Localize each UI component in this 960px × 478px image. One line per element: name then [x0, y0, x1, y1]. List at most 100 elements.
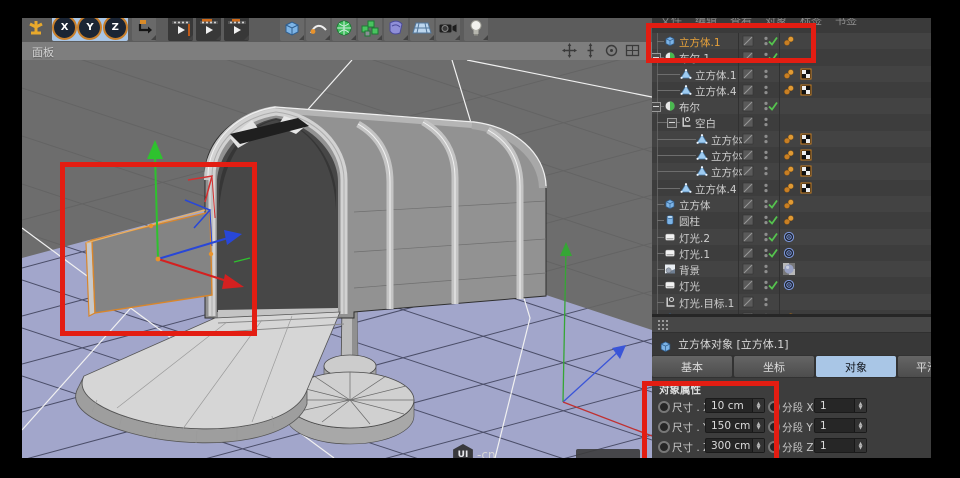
attribute-tab-inactive[interactable]: 平滑着色 [898, 356, 931, 377]
phong-tag-icon[interactable] [783, 182, 795, 194]
mailbox-body[interactable] [204, 106, 547, 319]
expander-icon[interactable] [667, 118, 677, 129]
enabled-check-icon[interactable] [767, 247, 779, 259]
size-z-stepper[interactable]: ▲ ▼ [752, 439, 764, 452]
object-row[interactable]: 立方体.2 [652, 147, 931, 164]
layer-toggle[interactable] [742, 279, 754, 291]
layer-toggle[interactable] [742, 231, 754, 243]
object-manager-menu-item[interactable]: 书签 [835, 18, 857, 28]
object-row[interactable]: 灯光.1 [652, 244, 931, 262]
keyframe-radio[interactable] [768, 401, 780, 413]
render-view-button[interactable] [168, 18, 193, 41]
segments-y-input[interactable]: 1 ▲ ▼ [814, 418, 867, 433]
layer-toggle[interactable] [742, 116, 754, 128]
enabled-check-icon[interactable] [767, 279, 779, 291]
layer-toggle[interactable] [742, 198, 754, 210]
texture-tag-icon[interactable] [800, 68, 812, 80]
object-row[interactable]: 立方体.1 [652, 163, 931, 180]
object-manager-menu-item[interactable]: 标签 [800, 18, 822, 28]
keyframe-radio[interactable] [768, 421, 780, 433]
phong-tag-icon[interactable] [783, 68, 795, 80]
visibility-dots[interactable] [760, 116, 772, 128]
phong-tag-icon[interactable] [783, 214, 795, 226]
rotate-icon[interactable] [604, 43, 619, 58]
segments-z-stepper[interactable]: ▲ ▼ [854, 439, 866, 452]
viewport-canvas[interactable] [21, 0, 653, 478]
phong-tag-icon[interactable] [783, 198, 795, 210]
layer-toggle[interactable] [742, 100, 754, 112]
layer-toggle[interactable] [742, 165, 754, 177]
object-row[interactable]: 立方体 [652, 195, 931, 213]
object-row[interactable]: 灯光.2 [652, 228, 931, 245]
pan-icon[interactable] [562, 43, 577, 58]
spline-pen-button[interactable] [306, 18, 330, 41]
attribute-tab-active[interactable]: 对象 [816, 356, 896, 377]
object-row[interactable]: 立方体.1 [652, 33, 931, 50]
visibility-dots[interactable] [760, 263, 772, 275]
object-row[interactable]: 立方体.4 [652, 81, 931, 99]
expander-icon[interactable] [652, 53, 661, 64]
size-z-input[interactable]: 300 cm ▲ ▼ [705, 438, 765, 453]
target-tag-icon[interactable] [783, 231, 795, 243]
phong-tag-icon[interactable] [783, 149, 795, 161]
layer-toggle[interactable] [742, 35, 754, 47]
object-row[interactable]: 灯光 [652, 277, 931, 294]
layer-toggle[interactable] [742, 84, 754, 96]
visibility-dots[interactable] [760, 133, 772, 145]
keyframe-radio[interactable] [658, 401, 670, 413]
primitive-cube-button[interactable] [280, 18, 304, 41]
toggle-view-icon[interactable] [625, 43, 640, 58]
visibility-dots[interactable] [760, 84, 772, 96]
attribute-tab-inactive[interactable]: 坐标 [734, 356, 814, 377]
object-row[interactable]: 立方体.1 [652, 65, 931, 82]
axis-lock-x-button[interactable]: X [52, 18, 78, 40]
layer-toggle[interactable] [742, 247, 754, 259]
coordinate-system-button[interactable] [132, 18, 156, 41]
floor-environment-button[interactable] [410, 18, 434, 41]
light-button[interactable] [464, 18, 488, 41]
phong-tag-icon[interactable] [783, 84, 795, 96]
size-y-input[interactable]: 150 cm ▲ ▼ [705, 418, 765, 433]
keyframe-radio[interactable] [768, 441, 780, 453]
object-row[interactable]: 布尔.1 [652, 49, 931, 66]
enabled-check-icon[interactable] [767, 231, 779, 243]
axis-lock-z-button[interactable]: Z [102, 18, 128, 40]
layer-toggle[interactable] [742, 182, 754, 194]
object-row[interactable]: 空白 [652, 114, 931, 131]
size-y-stepper[interactable]: ▲ ▼ [752, 419, 764, 432]
segments-y-stepper[interactable]: ▲ ▼ [854, 419, 866, 432]
scale-tool-button[interactable] [24, 18, 48, 41]
visibility-dots[interactable] [760, 182, 772, 194]
enabled-check-icon[interactable] [767, 214, 779, 226]
axis-lock-y-button[interactable]: Y [77, 18, 103, 40]
object-row[interactable]: 立方体.3 [652, 130, 931, 148]
camera-button[interactable] [436, 18, 460, 41]
visibility-dots[interactable] [760, 149, 772, 161]
array-object-button[interactable] [358, 18, 382, 41]
keyframe-radio[interactable] [658, 421, 670, 433]
texture-tag-icon[interactable] [800, 84, 812, 96]
texture-tag-icon[interactable] [800, 182, 812, 194]
material-tag-icon[interactable] [783, 263, 795, 276]
enabled-check-icon[interactable] [767, 100, 779, 112]
phong-tag-icon[interactable] [783, 35, 795, 47]
layer-toggle[interactable] [742, 263, 754, 275]
texture-tag-icon[interactable] [800, 133, 812, 145]
object-row[interactable]: 背景 [652, 261, 931, 278]
render-picture-viewer-button[interactable] [196, 18, 221, 41]
visibility-dots[interactable] [760, 296, 772, 308]
segments-x-stepper[interactable]: ▲ ▼ [854, 399, 866, 412]
object-manager-menu-item[interactable]: 文件 [660, 18, 682, 28]
object-row[interactable]: 圆柱 [652, 212, 931, 229]
expander-icon[interactable] [652, 102, 661, 113]
visibility-dots[interactable] [760, 165, 772, 177]
attribute-tab-inactive[interactable]: 基本 [652, 356, 732, 377]
enabled-check-icon[interactable] [767, 51, 779, 63]
layer-toggle[interactable] [742, 51, 754, 63]
zoom-icon[interactable] [583, 43, 598, 58]
layer-toggle[interactable] [742, 68, 754, 80]
grid-handle-icon[interactable] [658, 315, 668, 334]
layer-toggle[interactable] [742, 296, 754, 308]
visibility-dots[interactable] [760, 68, 772, 80]
layer-toggle[interactable] [742, 214, 754, 226]
